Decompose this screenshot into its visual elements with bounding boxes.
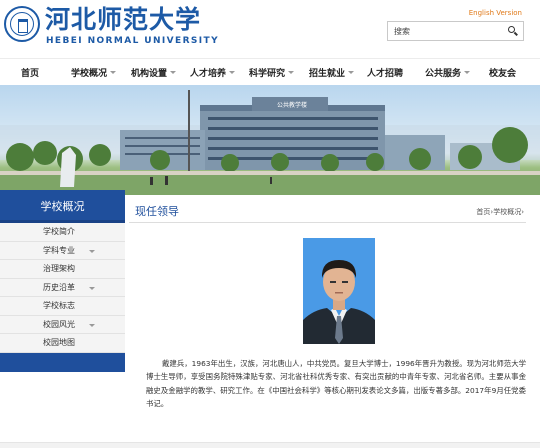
logo-chinese[interactable]: 河北师范大学 <box>45 6 201 34</box>
nav-label: 人才招聘 <box>367 69 404 79</box>
nav-item-institutions[interactable]: 机构设置 <box>131 66 177 79</box>
sidebar-item-label: 学校标志 <box>43 301 75 310</box>
breadcrumb[interactable]: 首页›学校概况› <box>476 207 524 217</box>
chevron-down-icon <box>170 71 177 74</box>
chevron-down-icon <box>288 71 295 74</box>
nav-item-overview[interactable]: 学校概况 <box>71 66 117 79</box>
page-footer-edge <box>0 442 540 448</box>
chevron-down-icon <box>348 71 355 74</box>
sidebar-item-scenery[interactable]: 校园风光 <box>0 315 125 334</box>
sidebar-item-emblem[interactable]: 学校标志 <box>0 297 125 316</box>
sidebar-title: 学校概况 <box>0 190 125 223</box>
sidebar-item-label: 学校简介 <box>43 227 75 236</box>
chevron-down-icon[interactable] <box>89 286 95 290</box>
sidebar-item-disciplines[interactable]: 学科专业 <box>0 241 125 260</box>
nav-label: 公共服务 <box>425 69 462 79</box>
main-nav: 首页 学校概况 机构设置 人才培养 科学研究 招生就业 人才招聘 公共服务 校友… <box>0 58 540 85</box>
sidebar-item-governance[interactable]: 治理架构 <box>0 260 125 279</box>
chevron-down-icon[interactable] <box>89 249 95 253</box>
sidebar-item-history[interactable]: 历史沿革 <box>0 278 125 297</box>
sidebar-item-label: 学科专业 <box>43 245 75 255</box>
university-seal-icon[interactable] <box>4 6 40 42</box>
chevron-down-icon <box>464 71 471 74</box>
search-button[interactable] <box>504 23 521 39</box>
search-icon-handle <box>514 31 518 36</box>
sidebar-item-label: 历史沿革 <box>43 282 75 292</box>
nav-item-alumni[interactable]: 校友会 <box>489 66 516 79</box>
nav-item-services[interactable]: 公共服务 <box>425 66 471 79</box>
building-sign: 公共教学楼 <box>277 101 307 109</box>
campus-banner: 公共教学楼 <box>0 85 540 195</box>
nav-label: 科学研究 <box>249 69 286 79</box>
content-header: 现任领导 首页›学校概况› <box>129 199 526 223</box>
sidebar-item-label: 校园风光 <box>43 319 75 329</box>
nav-item-education[interactable]: 人才培养 <box>190 66 236 79</box>
leader-portrait <box>303 238 375 344</box>
logo-english[interactable]: HEBEI NORMAL UNIVERSITY <box>46 36 219 46</box>
nav-label: 首页 <box>21 69 40 79</box>
campus-banner-image: 公共教学楼 <box>0 90 540 195</box>
chevron-down-icon[interactable] <box>89 323 95 327</box>
chevron-down-icon <box>229 71 236 74</box>
nav-item-admissions[interactable]: 招生就业 <box>309 66 355 79</box>
sidebar-menu: 学校简介 学科专业 治理架构 历史沿革 学校标志 校园风光 校园地图 <box>0 223 125 353</box>
chevron-down-icon <box>110 71 117 74</box>
nav-label: 校友会 <box>489 69 517 79</box>
sidebar-footer <box>0 353 125 372</box>
nav-label: 人才培养 <box>190 69 227 79</box>
nav-item-home[interactable]: 首页 <box>21 66 39 79</box>
portrait-image <box>303 238 375 344</box>
nav-label: 机构设置 <box>131 69 168 79</box>
site-header: 河北师范大学 HEBEI NORMAL UNIVERSITY English V… <box>0 0 540 56</box>
nav-item-research[interactable]: 科学研究 <box>249 66 295 79</box>
nav-label: 学校概况 <box>71 69 108 79</box>
search-input[interactable] <box>388 22 500 40</box>
search-box <box>387 21 524 41</box>
sidebar-item-label: 治理架构 <box>43 264 75 273</box>
english-version-link[interactable]: English Version <box>469 9 522 17</box>
page-title: 现任领导 <box>135 205 179 218</box>
nav-label: 招生就业 <box>309 69 346 79</box>
nav-item-recruitment[interactable]: 人才招聘 <box>367 66 403 79</box>
leader-bio: 戴建兵，1963年出生，汉族，河北唐山人，中共党员。复旦大学博士，1996年晋升… <box>146 359 526 408</box>
sidebar-item-map[interactable]: 校园地图 <box>0 334 125 353</box>
sidebar-item-label: 校园地图 <box>43 338 75 347</box>
sidebar-item-intro[interactable]: 学校简介 <box>0 223 125 242</box>
